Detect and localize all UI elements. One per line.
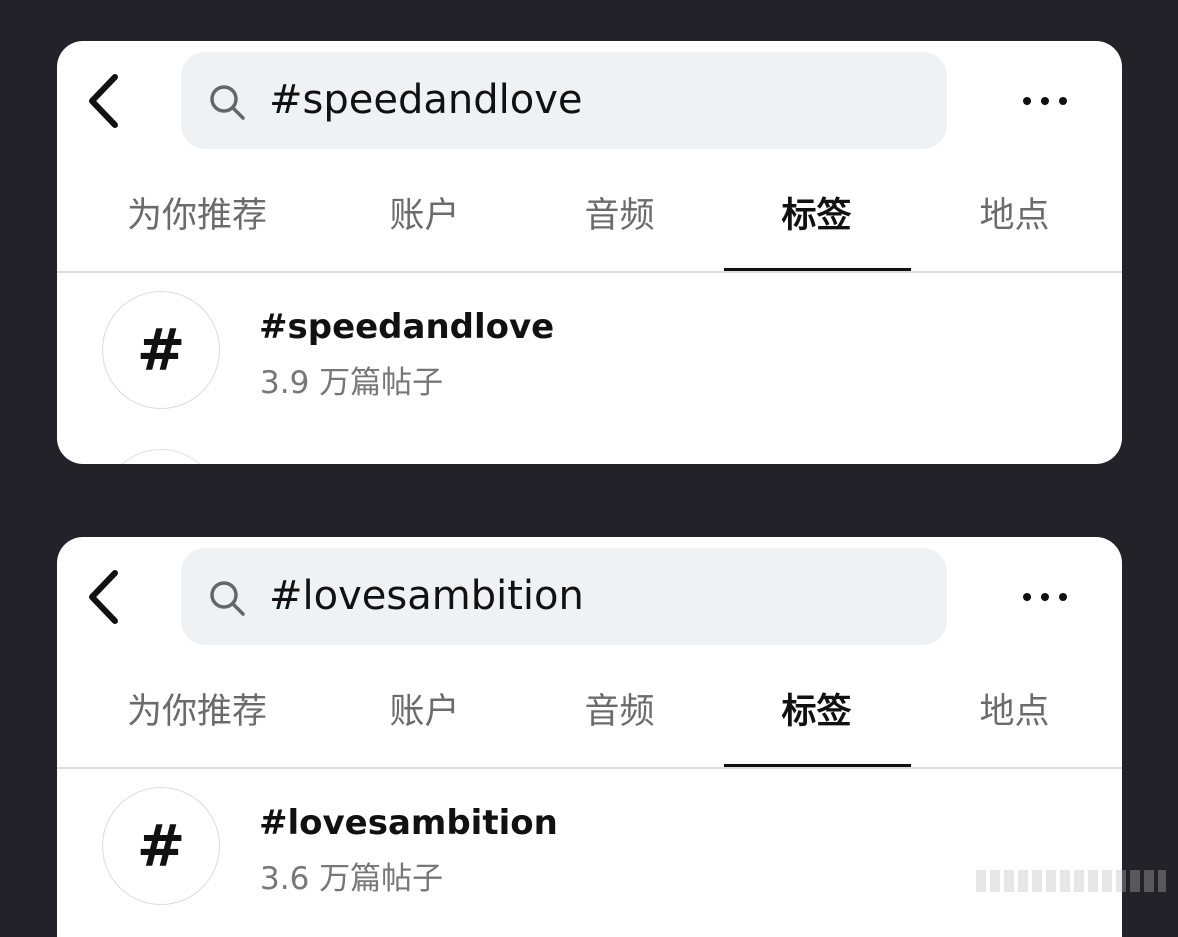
tab-for-you[interactable]: 为你推荐 xyxy=(97,149,297,273)
hashtag-post-count: 3.9 万篇帖子 xyxy=(260,365,444,401)
hashtag-result-item[interactable]: # #lovesambition 3.6 万篇帖子 xyxy=(57,769,1122,919)
search-input[interactable]: #lovesambition xyxy=(181,548,947,645)
search-icon xyxy=(210,85,245,120)
search-tabs: 为你推荐 账户 音频 标签 地点 xyxy=(57,645,1122,769)
search-query-text[interactable]: #lovesambition xyxy=(269,548,584,645)
more-horizontal-icon xyxy=(1023,97,1067,105)
tab-places[interactable]: 地点 xyxy=(947,645,1082,769)
more-options-button[interactable] xyxy=(1015,575,1075,619)
hashtag-post-count: 3.6 万篇帖子 xyxy=(260,861,444,897)
tab-audio[interactable]: 音频 xyxy=(552,149,687,273)
next-result-avatar-partial xyxy=(102,449,220,464)
tab-places[interactable]: 地点 xyxy=(947,149,1082,273)
hashtag-icon: # xyxy=(102,787,220,905)
tab-for-you[interactable]: 为你推荐 xyxy=(97,645,297,769)
hashtag-icon: # xyxy=(102,291,220,409)
tab-audio[interactable]: 音频 xyxy=(552,645,687,769)
more-horizontal-icon xyxy=(1023,593,1067,601)
tab-tags[interactable]: 标签 xyxy=(749,645,884,769)
tab-accounts[interactable]: 账户 xyxy=(357,149,492,273)
search-input[interactable]: #speedandlove xyxy=(181,52,947,149)
tab-tags[interactable]: 标签 xyxy=(749,149,884,273)
search-tabs: 为你推荐 账户 音频 标签 地点 xyxy=(57,149,1122,273)
search-query-text[interactable]: #speedandlove xyxy=(269,52,582,149)
hashtag-result-item[interactable]: # #speedandlove 3.9 万篇帖子 xyxy=(57,273,1122,423)
search-panel-speedandlove: #speedandlove 为你推荐 账户 音频 标签 地点 # #speeda… xyxy=(57,41,1122,464)
chevron-left-icon xyxy=(89,570,118,624)
search-icon xyxy=(210,581,245,616)
chevron-left-icon xyxy=(89,74,118,128)
back-button[interactable] xyxy=(81,567,125,627)
search-panel-lovesambition: #lovesambition 为你推荐 账户 音频 标签 地点 # #loves… xyxy=(57,537,1122,937)
back-button[interactable] xyxy=(81,71,125,131)
hashtag-title: #speedandlove xyxy=(259,307,555,347)
tab-accounts[interactable]: 账户 xyxy=(357,645,492,769)
more-options-button[interactable] xyxy=(1015,79,1075,123)
watermark xyxy=(976,870,1166,892)
hashtag-title: #lovesambition xyxy=(259,803,558,843)
